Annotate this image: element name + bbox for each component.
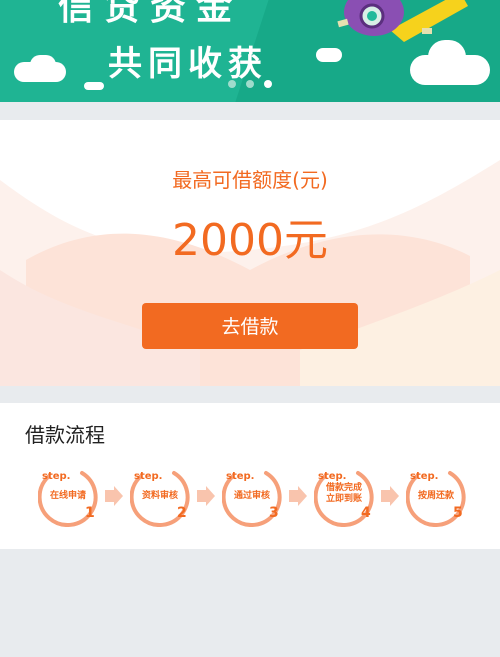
cloud-icon — [30, 55, 56, 75]
loan-quota-card: 最高可借额度(元) 2000元 去借款 — [0, 120, 500, 386]
step-word: step. — [410, 471, 439, 482]
step-word: step. — [226, 471, 255, 482]
promo-banner[interactable]: 信贷资金 共同收获 — [0, 0, 500, 102]
rocket-icon — [337, 0, 468, 42]
arrow-right-icon — [381, 486, 399, 506]
step-word: step. — [134, 471, 163, 482]
quota-label: 最高可借额度(元) — [172, 168, 328, 192]
carousel-dot-active[interactable] — [264, 80, 272, 88]
step-text: 借款完成 立即到账 — [314, 483, 374, 505]
step-number: 2 — [177, 505, 187, 521]
process-step: step. 在线申请 1 — [38, 465, 98, 527]
step-word: step. — [318, 471, 347, 482]
arrow-right-icon — [197, 486, 215, 506]
borrow-button[interactable]: 去借款 — [142, 303, 358, 349]
loan-process-section: 借款流程 step. 在线申请 1 step. 资料审核 2 step. 通过审… — [0, 403, 500, 549]
step-text-line: 立即到账 — [325, 494, 362, 504]
step-number: 3 — [269, 505, 279, 521]
banner-title-top: 信贷资金 — [58, 0, 243, 28]
step-word: step. — [42, 471, 71, 482]
step-number: 1 — [85, 505, 95, 521]
process-step: step. 借款完成 立即到账 4 — [314, 465, 374, 527]
step-text: 在线申请 — [49, 491, 86, 501]
carousel-dot[interactable] — [228, 80, 236, 88]
step-text: 资料审核 — [141, 491, 178, 501]
process-step: step. 资料审核 2 — [130, 465, 190, 527]
carousel-dots — [0, 73, 500, 92]
step-number: 5 — [453, 505, 463, 521]
process-step: step. 按周还款 5 — [406, 465, 466, 527]
quota-amount: 2000元 — [172, 215, 328, 266]
step-number: 4 — [361, 505, 371, 521]
step-text-line: 借款完成 — [325, 483, 362, 493]
step-text: 按周还款 — [417, 491, 454, 501]
carousel-dot[interactable] — [246, 80, 254, 88]
process-step: step. 通过审核 3 — [222, 465, 282, 527]
step-text: 通过审核 — [233, 491, 270, 501]
section-title: 借款流程 — [25, 423, 105, 447]
arrow-right-icon — [289, 486, 307, 506]
arrow-right-icon — [105, 486, 123, 506]
